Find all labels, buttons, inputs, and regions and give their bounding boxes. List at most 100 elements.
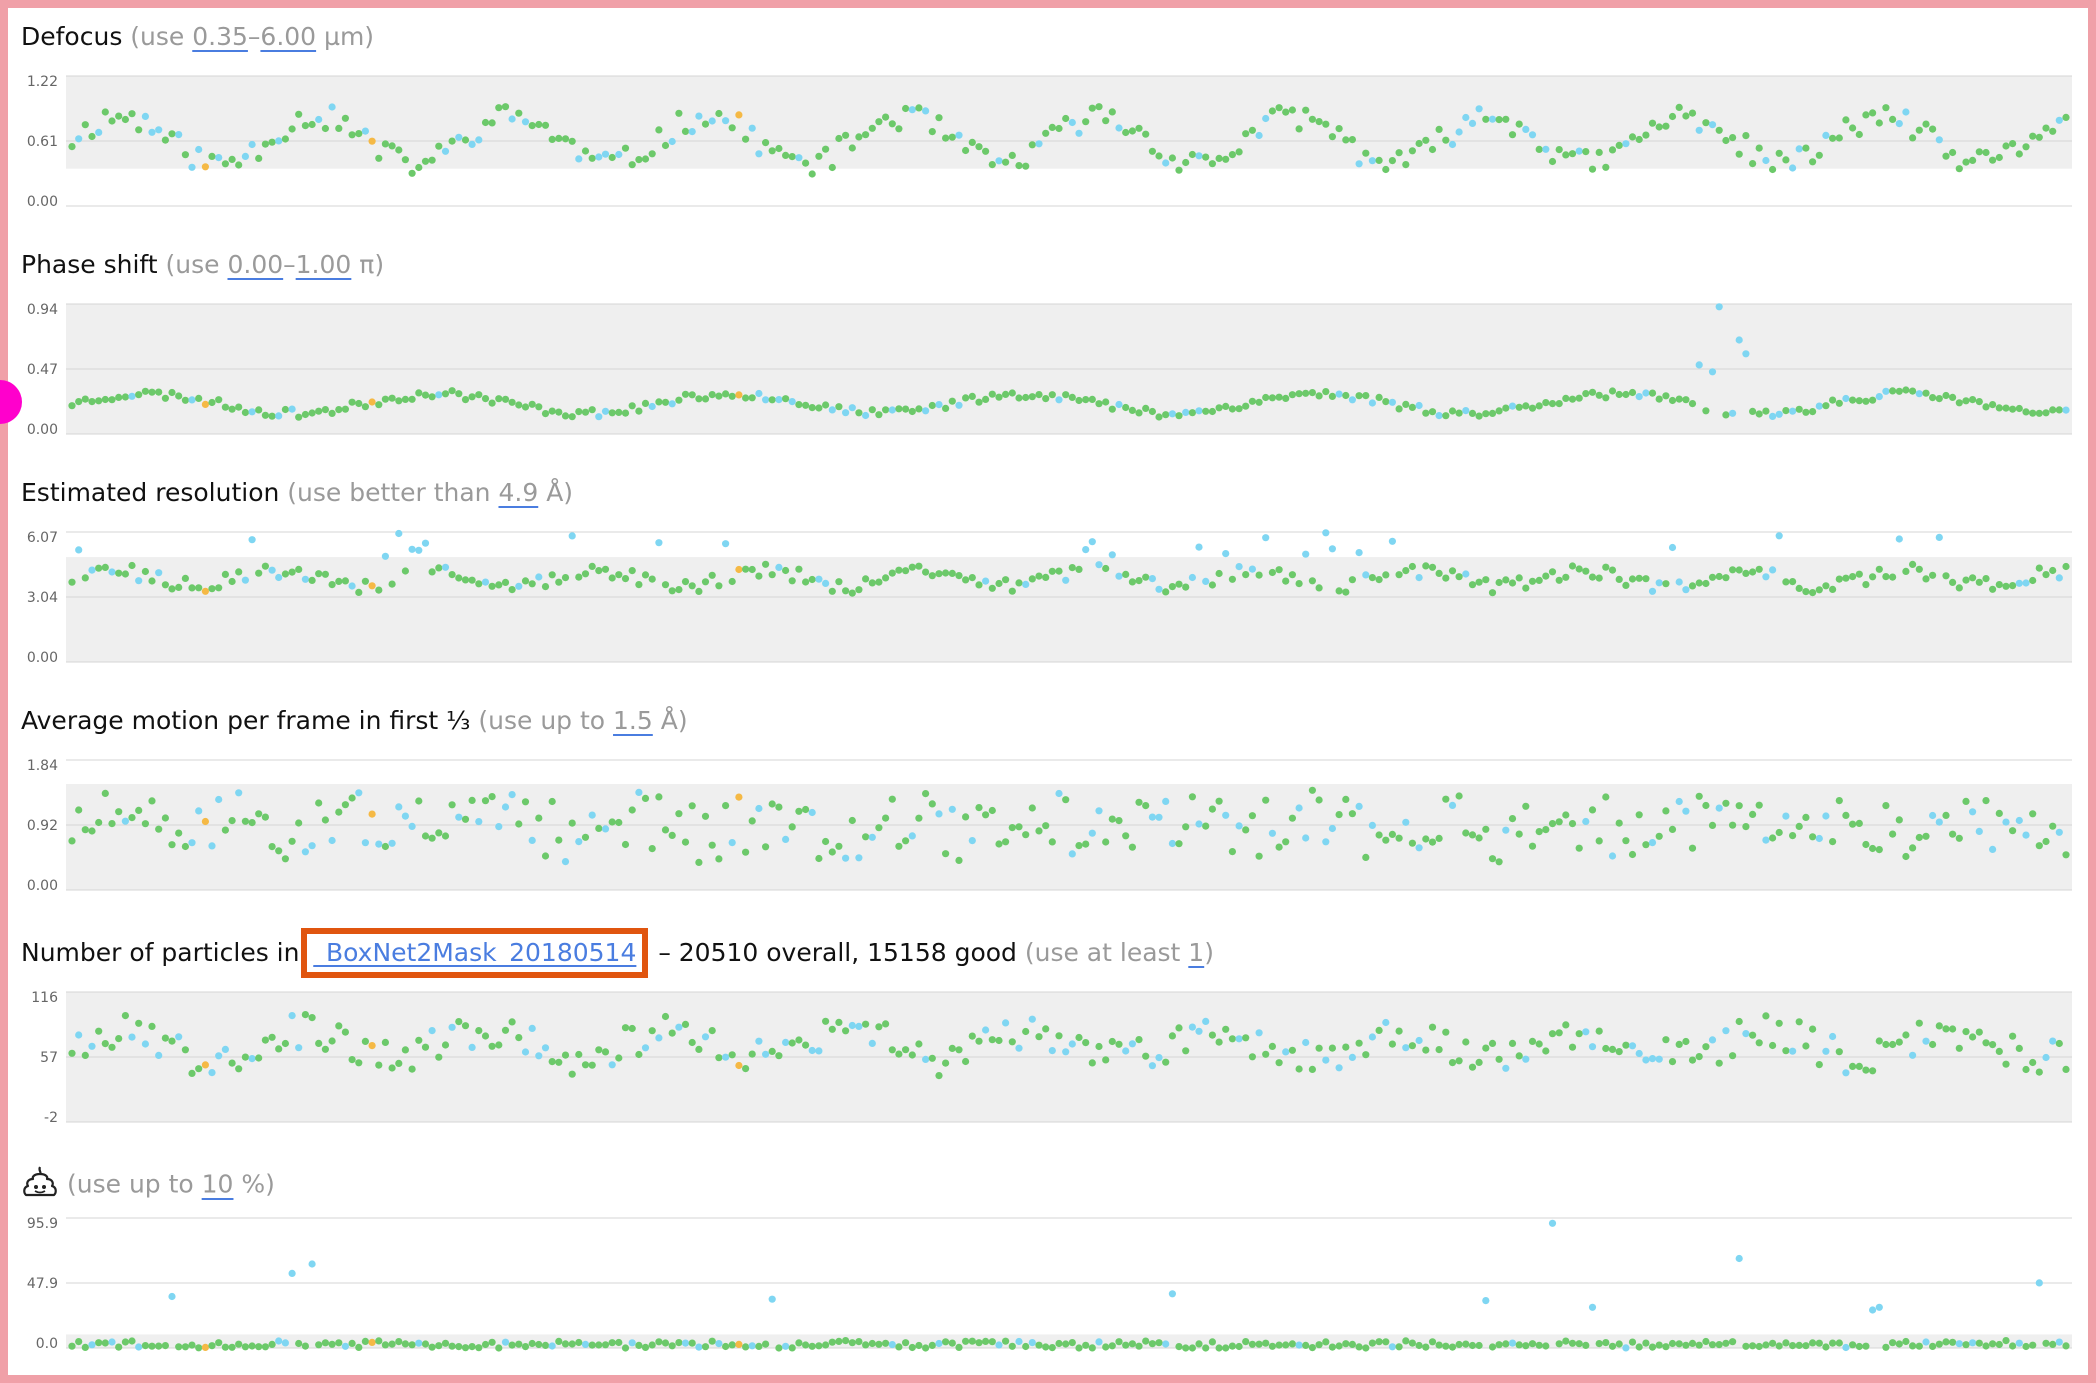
- data-point[interactable]: [501, 803, 510, 811]
- data-point[interactable]: [1468, 119, 1477, 127]
- data-point[interactable]: [1862, 840, 1870, 849]
- data-point[interactable]: [675, 109, 683, 117]
- data-point[interactable]: [2035, 1279, 2043, 1287]
- data-point[interactable]: [1969, 1033, 1977, 1041]
- data-point[interactable]: [1875, 565, 1883, 573]
- data-point[interactable]: [1182, 408, 1190, 416]
- data-point[interactable]: [1642, 1056, 1650, 1064]
- data-point[interactable]: [1762, 1012, 1770, 1020]
- data-point[interactable]: [1962, 1028, 1970, 1036]
- data-point[interactable]: [261, 1036, 269, 1044]
- data-point[interactable]: [1442, 1342, 1450, 1350]
- data-point[interactable]: [1882, 573, 1890, 581]
- data-point[interactable]: [875, 578, 883, 586]
- data-point[interactable]: [221, 570, 229, 578]
- data-point[interactable]: [1228, 575, 1236, 583]
- data-point[interactable]: [1829, 585, 1837, 593]
- data-point[interactable]: [1535, 1040, 1543, 1048]
- data-point[interactable]: [1628, 388, 1637, 397]
- data-point[interactable]: [1982, 403, 1990, 411]
- data-point[interactable]: [1442, 136, 1450, 144]
- data-point[interactable]: [275, 412, 283, 420]
- picker-link[interactable]: _BoxNet2Mask_20180514: [313, 938, 636, 967]
- data-point[interactable]: [1855, 570, 1863, 578]
- data-point[interactable]: [1802, 144, 1810, 152]
- data-point[interactable]: [1422, 1343, 1430, 1351]
- data-point[interactable]: [1315, 1044, 1323, 1052]
- data-point[interactable]: [588, 1061, 596, 1069]
- data-point[interactable]: [735, 111, 743, 119]
- data-point[interactable]: [1248, 565, 1256, 573]
- data-point[interactable]: [742, 135, 750, 143]
- data-point[interactable]: [775, 396, 783, 404]
- data-point[interactable]: [661, 826, 670, 834]
- data-point[interactable]: [535, 814, 543, 822]
- data-point[interactable]: [995, 840, 1003, 848]
- data-point[interactable]: [1175, 412, 1183, 420]
- data-point[interactable]: [1475, 578, 1483, 586]
- data-point[interactable]: [428, 834, 436, 842]
- data-point[interactable]: [515, 820, 523, 828]
- data-point[interactable]: [1902, 386, 1910, 394]
- data-point[interactable]: [401, 567, 409, 575]
- data-point[interactable]: [2029, 409, 2037, 417]
- data-point[interactable]: [1282, 1341, 1290, 1349]
- data-point[interactable]: [1855, 130, 1863, 139]
- data-point[interactable]: [1208, 805, 1216, 813]
- data-point[interactable]: [128, 1033, 136, 1041]
- data-point[interactable]: [688, 128, 696, 136]
- data-point[interactable]: [1502, 115, 1510, 123]
- data-point[interactable]: [388, 394, 396, 402]
- data-point[interactable]: [1702, 579, 1710, 588]
- data-point[interactable]: [1809, 1339, 1817, 1347]
- data-point[interactable]: [1995, 1047, 2003, 1055]
- data-point[interactable]: [1889, 387, 1897, 395]
- data-point[interactable]: [1082, 1341, 1090, 1349]
- data-point[interactable]: [235, 789, 243, 797]
- data-point[interactable]: [1835, 575, 1843, 583]
- data-point[interactable]: [1022, 1342, 1030, 1351]
- data-point[interactable]: [568, 532, 576, 540]
- data-point[interactable]: [1922, 575, 1930, 583]
- data-point[interactable]: [715, 855, 723, 863]
- data-point[interactable]: [888, 1341, 896, 1349]
- data-point[interactable]: [955, 856, 963, 864]
- data-point[interactable]: [995, 1341, 1003, 1349]
- data-point[interactable]: [1842, 1069, 1850, 1077]
- data-point[interactable]: [1862, 581, 1870, 589]
- data-point[interactable]: [1095, 1042, 1103, 1051]
- data-point[interactable]: [201, 1343, 209, 1351]
- data-point[interactable]: [755, 150, 763, 158]
- data-point[interactable]: [1635, 574, 1643, 582]
- data-point[interactable]: [835, 578, 843, 586]
- data-point[interactable]: [808, 575, 816, 584]
- data-point[interactable]: [2029, 132, 2037, 140]
- data-point[interactable]: [1682, 1037, 1690, 1046]
- data-point[interactable]: [1742, 823, 1750, 831]
- data-point[interactable]: [468, 796, 476, 804]
- data-point[interactable]: [1935, 533, 1943, 541]
- data-point[interactable]: [1215, 797, 1223, 805]
- data-point[interactable]: [501, 578, 510, 586]
- data-point[interactable]: [155, 1051, 163, 1059]
- data-point[interactable]: [2042, 1053, 2050, 1062]
- data-point[interactable]: [281, 1039, 289, 1048]
- data-point[interactable]: [1989, 1340, 1997, 1348]
- data-point[interactable]: [1488, 855, 1497, 863]
- data-point[interactable]: [521, 1343, 530, 1351]
- data-point[interactable]: [108, 1338, 116, 1346]
- data-point[interactable]: [1222, 811, 1230, 819]
- data-point[interactable]: [1915, 390, 1923, 398]
- data-point[interactable]: [1055, 789, 1063, 798]
- data-point[interactable]: [1515, 403, 1523, 411]
- data-point[interactable]: [1608, 1045, 1617, 1053]
- data-point[interactable]: [1168, 839, 1176, 848]
- data-point[interactable]: [1195, 152, 1203, 160]
- data-point[interactable]: [1255, 131, 1263, 140]
- data-point[interactable]: [595, 413, 603, 421]
- data-point[interactable]: [802, 159, 810, 167]
- data-point[interactable]: [401, 1340, 409, 1348]
- data-point[interactable]: [668, 831, 676, 839]
- defocus-min-link[interactable]: 0.35: [192, 22, 248, 51]
- data-point[interactable]: [295, 565, 303, 573]
